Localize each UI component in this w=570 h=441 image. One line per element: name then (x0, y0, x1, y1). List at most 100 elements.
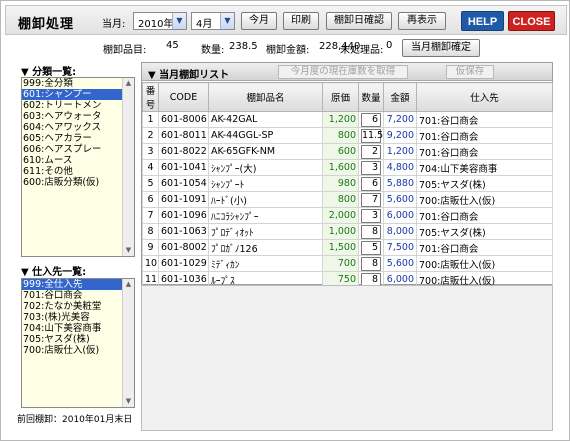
quantity-label: 数量: (201, 45, 225, 56)
qty-input[interactable]: 8 (361, 224, 381, 239)
confirm-date-button[interactable]: 棚卸日確認 (326, 12, 392, 30)
category-list-item[interactable]: 604:ヘアワックス (22, 122, 134, 133)
item-code: 601-1041 (158, 159, 209, 176)
item-name: AK-65GFK-NM (208, 143, 323, 160)
item-cost: 700 (322, 255, 359, 272)
item-name: ﾌﾟﾛｶﾞﾉ126 (208, 239, 323, 256)
qty-input[interactable]: 7 (361, 192, 381, 207)
table-row: 4 601-1041 ｼｬﾝﾌﾟｰ(大) 1,600 3 4,800 704:山下美容商事 (142, 159, 553, 176)
row-number: 10 (142, 255, 159, 272)
category-panel-title: ▼ 分類一覧: (21, 67, 77, 78)
help-button[interactable]: HELP (461, 11, 504, 31)
item-name: ﾊﾆｺﾗｼｬﾝﾌﾟｰ (208, 207, 323, 224)
supplier-panel-title: ▼ 仕入先一覧: (21, 267, 87, 278)
supplier-list-item[interactable]: 704:山下美容商事 (22, 323, 134, 334)
inventory-list-toolbar: ▼ 当月棚卸リスト 今月度の現在庫数を取得 仮保存 (142, 63, 552, 81)
col-code-header: CODE (158, 82, 209, 112)
year-value: 2010年 (138, 19, 174, 30)
category-list-item[interactable]: 611:その他 (22, 166, 134, 177)
item-name: ﾊｰﾄﾞ(小) (208, 191, 323, 208)
item-cost: 980 (322, 175, 359, 192)
month-select[interactable]: 4月 ▼ (191, 12, 235, 30)
row-number: 2 (142, 127, 159, 144)
fetch-current-stock-button[interactable]: 今月度の現在庫数を取得 (278, 65, 408, 79)
scroll-up-icon[interactable]: ▲ (123, 78, 134, 89)
inventory-list-panel: ▼ 当月棚卸リスト 今月度の現在庫数を取得 仮保存 番号 CODE 棚卸品名 原価 数量… (141, 62, 553, 304)
table-row: 2 601-8011 AK-44GGL-SP 800 11.5 9,200 701:谷口商会 (142, 127, 553, 144)
item-count-value: 45 (166, 40, 179, 51)
item-code: 601-8002 (158, 239, 209, 256)
table-row: 6 601-1091 ﾊｰﾄﾞ(小) 800 7 5,600 700:店販仕入(仮) (142, 191, 553, 208)
item-qty-cell: 8 (358, 223, 384, 240)
close-button[interactable]: CLOSE (508, 11, 555, 31)
category-list-item[interactable]: 602:トリートメン (22, 100, 134, 111)
item-supplier: 700:店販仕入(仮) (416, 191, 553, 208)
item-qty-cell: 7 (358, 191, 384, 208)
supplier-list-item[interactable]: 702:たなか美粧堂 (22, 301, 134, 312)
item-amount: 1,200 (383, 143, 417, 160)
supplier-list-item[interactable]: 701:谷口商会 (22, 290, 134, 301)
item-qty-cell: 3 (358, 159, 384, 176)
item-code: 601-1096 (158, 207, 209, 224)
category-list-item[interactable]: 603:ヘアウォータ (22, 111, 134, 122)
year-select[interactable]: 2010年 ▼ (133, 12, 187, 30)
inventory-table: 番号 CODE 棚卸品名 原価 数量 金額 仕入先 1 601-8006 AK-42GAL 1,2… (142, 82, 553, 304)
qty-input[interactable]: 3 (361, 160, 381, 175)
category-list-item[interactable]: 601:シャンプー (22, 89, 134, 100)
col-name-header: 棚卸品名 (208, 82, 323, 112)
main-lower-area (141, 285, 553, 431)
category-list-item[interactable]: 999:全分類 (22, 78, 134, 89)
table-row: 3 601-8022 AK-65GFK-NM 600 2 1,200 701:谷口商会 (142, 143, 553, 160)
category-list-item[interactable]: 600:店販分類(仮) (22, 177, 134, 188)
chevron-down-icon[interactable]: ▼ (220, 13, 234, 29)
item-qty-cell: 2 (358, 143, 384, 160)
item-cost: 800 (322, 127, 359, 144)
qty-input[interactable]: 6 (361, 112, 381, 127)
print-button[interactable]: 印刷 (283, 12, 319, 30)
supplier-scrollbar[interactable]: ▲ ▼ (122, 279, 134, 407)
col-supplier-header: 仕入先 (416, 82, 553, 112)
supplier-list-item[interactable]: 999:全仕入先 (22, 279, 134, 290)
row-number: 9 (142, 239, 159, 256)
item-code: 601-1091 (158, 191, 209, 208)
qty-input[interactable]: 2 (361, 144, 381, 159)
category-list-item[interactable]: 605:ヘアカラー (22, 133, 134, 144)
item-amount: 5,880 (383, 175, 417, 192)
header-bar: 棚卸処理 当月: 2010年 ▼ 4月 ▼ 今月 印刷 棚卸日確認 再表示 HE… (5, 5, 567, 35)
item-amount: 6,000 (383, 207, 417, 224)
category-list[interactable]: 999:全分類 601:シャンプー 602:トリートメン 603:ヘアウォータ 604:… (21, 77, 135, 257)
supplier-list[interactable]: 999:全仕入先 701:谷口商会 702:たなか美粧堂 703:(株)光美容 704:… (21, 278, 135, 408)
col-amount-header: 金額 (383, 82, 417, 112)
qty-input[interactable]: 8 (361, 256, 381, 271)
item-qty-cell: 5 (358, 239, 384, 256)
qty-input[interactable]: 11.5 (361, 128, 383, 143)
item-code: 601-1063 (158, 223, 209, 240)
supplier-list-item[interactable]: 705:ヤスダ(株) (22, 334, 134, 345)
supplier-list-item[interactable]: 703:(株)光美容 (22, 312, 134, 323)
confirm-month-inventory-button[interactable]: 当月棚卸確定 (402, 39, 480, 57)
current-month-button[interactable]: 今月 (241, 12, 277, 30)
qty-input[interactable]: 3 (361, 208, 381, 223)
item-supplier: 705:ヤスダ(株) (416, 175, 553, 192)
scroll-down-icon[interactable]: ▼ (123, 245, 134, 256)
scroll-down-icon[interactable]: ▼ (123, 396, 134, 407)
item-cost: 1,000 (322, 223, 359, 240)
category-list-item[interactable]: 610:ムース (22, 155, 134, 166)
redisplay-button[interactable]: 再表示 (398, 12, 446, 30)
item-cost: 1,600 (322, 159, 359, 176)
qty-input[interactable]: 5 (361, 240, 381, 255)
scroll-up-icon[interactable]: ▲ (123, 279, 134, 290)
table-row: 9 601-8002 ﾌﾟﾛｶﾞﾉ126 1,500 5 7,500 701:谷口商会 (142, 239, 553, 256)
temp-save-button[interactable]: 仮保存 (446, 65, 494, 79)
item-supplier: 704:山下美容商事 (416, 159, 553, 176)
chevron-down-icon[interactable]: ▼ (172, 13, 186, 29)
qty-input[interactable]: 6 (361, 176, 381, 191)
unprocessed-label: 未処理品: (340, 45, 384, 56)
supplier-list-item[interactable]: 700:店販仕入(仮) (22, 345, 134, 356)
category-scrollbar[interactable]: ▲ ▼ (122, 78, 134, 256)
app-window: 棚卸処理 当月: 2010年 ▼ 4月 ▼ 今月 印刷 棚卸日確認 再表示 HE… (0, 0, 570, 441)
item-name: ｼｬﾝﾌﾟｰ(大) (208, 159, 323, 176)
item-count-label: 棚卸品目: (103, 45, 147, 56)
category-list-item[interactable]: 606:ヘアスプレー (22, 144, 134, 155)
item-supplier: 701:谷口商会 (416, 111, 553, 128)
